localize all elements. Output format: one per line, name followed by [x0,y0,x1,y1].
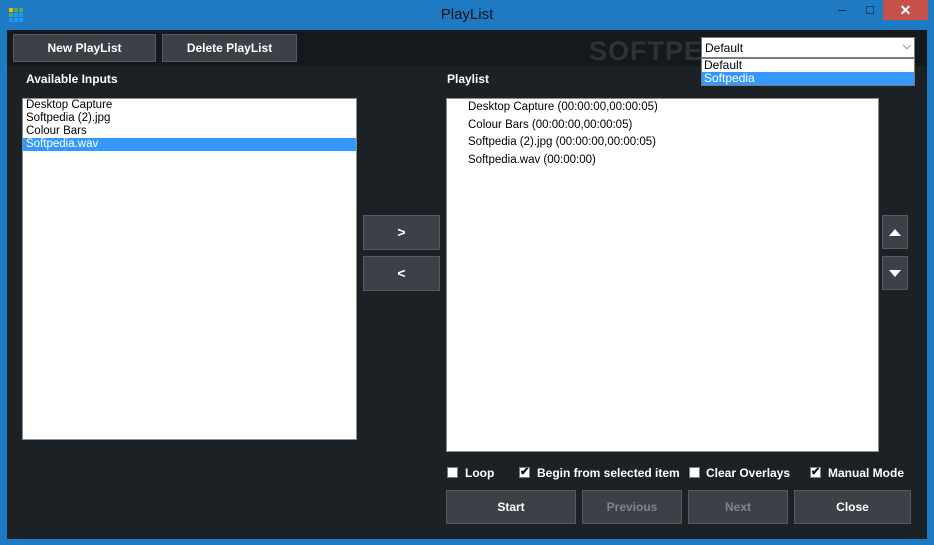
begin-from-selected-label: Begin from selected item [537,466,680,480]
playlist-item[interactable]: Desktop Capture (00:00:00,00:00:05) [447,99,878,117]
arrow-up-icon [889,229,901,236]
window-close-button[interactable]: ✕ [883,0,928,20]
arrow-down-icon [889,270,901,277]
next-button[interactable]: Next [688,490,788,524]
previous-button[interactable]: Previous [582,490,682,524]
playlist-select[interactable]: Default ⌵ [701,37,915,58]
new-playlist-button[interactable]: New PlayList [13,34,156,62]
playlist-select-dropdown: Default Softpedia [701,58,915,86]
title-bar[interactable]: PlayList – □ ✕ [0,0,934,30]
playlist-item[interactable]: Softpedia.wav (00:00:00) [447,152,878,170]
window-title: PlayList [440,6,494,23]
available-inputs-list[interactable]: Desktop Capture Softpedia (2).jpg Colour… [22,98,357,440]
clear-overlays-label: Clear Overlays [706,466,791,480]
clear-overlays-checkbox[interactable] [689,467,700,478]
chevron-down-icon[interactable]: ⌵ [903,40,911,53]
begin-from-selected-checkbox[interactable]: ✔ [519,467,530,478]
list-item-selected[interactable]: Softpedia.wav [23,138,356,151]
client-area: New PlayList Delete PlayList SOFTPEDIA D… [7,30,927,539]
available-inputs-label: Available Inputs [26,72,118,86]
playlist-label: Playlist [447,72,490,86]
list-item[interactable]: Colour Bars [23,125,356,138]
playlist-select-value: Default [705,41,744,55]
playlist-item[interactable]: Softpedia (2).jpg (00:00:00,00:00:05) [447,134,878,152]
playlist-window: PlayList – □ ✕ New PlayList Delete PlayL… [0,0,934,545]
list-item[interactable]: Desktop Capture [23,99,356,112]
close-button[interactable]: Close [794,490,911,524]
loop-label: Loop [465,466,495,480]
delete-playlist-button[interactable]: Delete PlayList [162,34,297,62]
playlist-item[interactable]: Colour Bars (00:00:00,00:00:05) [447,117,878,135]
move-up-button[interactable] [882,215,908,249]
start-button[interactable]: Start [446,490,576,524]
move-down-button[interactable] [882,256,908,290]
dropdown-option-softpedia[interactable]: Softpedia [702,72,914,85]
maximize-button[interactable]: □ [856,0,884,21]
remove-from-playlist-button[interactable]: < [363,256,440,291]
list-item[interactable]: Softpedia (2).jpg [23,112,356,125]
minimize-button[interactable]: – [828,0,856,21]
loop-checkbox[interactable] [447,467,458,478]
manual-mode-label: Manual Mode [828,466,905,480]
manual-mode-checkbox[interactable]: ✔ [810,467,821,478]
playlist-list[interactable]: Desktop Capture (00:00:00,00:00:05) Colo… [446,98,879,452]
add-to-playlist-button[interactable]: > [363,215,440,250]
